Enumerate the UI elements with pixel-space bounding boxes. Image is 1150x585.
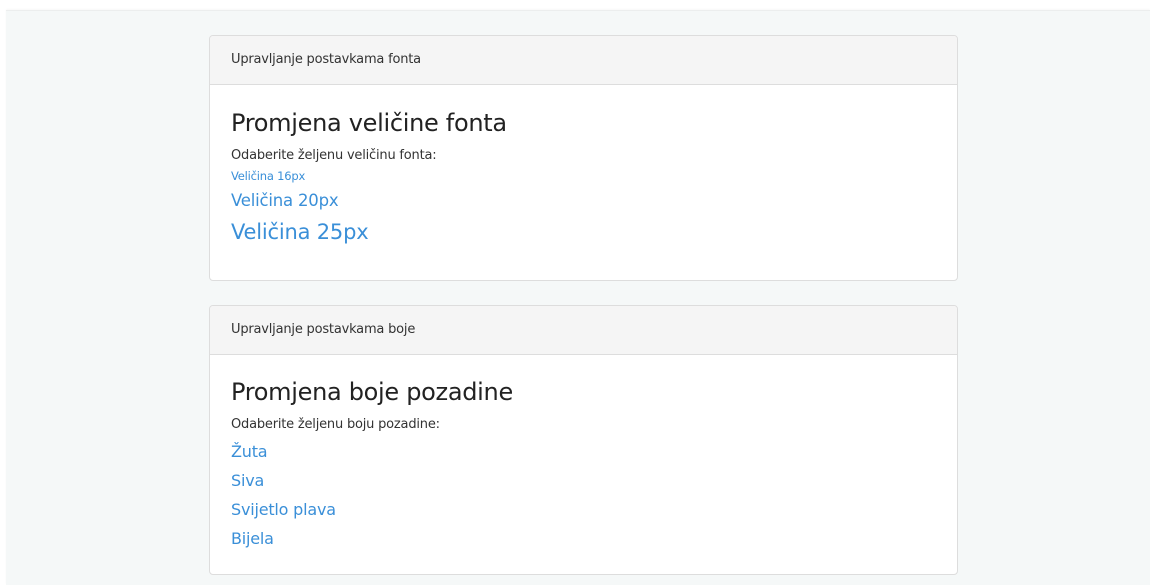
font-size-title: Promjena veličine fonta [231, 109, 507, 137]
color-panel-body: Promjena boje pozadine Odaberite željenu… [210, 355, 957, 553]
color-gray-link[interactable]: Siva [231, 466, 957, 495]
color-light-blue-link[interactable]: Svijetlo plava [231, 495, 957, 524]
color-white-link[interactable]: Bijela [231, 524, 957, 553]
font-size-prompt: Odaberite željenu veličinu fonta: [231, 148, 437, 163]
font-size-20-link[interactable]: Veličina 20px [231, 190, 957, 212]
font-panel-heading: Upravljanje postavkama fonta [210, 36, 957, 85]
background-color-prompt: Odaberite željenu boju pozadine: [231, 417, 440, 432]
color-options-list: Žuta Siva Svijetlo plava Bijela [231, 437, 957, 553]
font-panel-body: Promjena veličine fonta Odaberite željen… [210, 85, 957, 246]
font-size-25-link[interactable]: Veličina 25px [231, 218, 957, 246]
background-color-title: Promjena boje pozadine [231, 378, 513, 406]
color-settings-panel: Upravljanje postavkama boje Promjena boj… [209, 305, 958, 575]
font-settings-panel: Upravljanje postavkama fonta Promjena ve… [209, 35, 958, 281]
font-size-16-link[interactable]: Veličina 16px [231, 168, 957, 184]
color-yellow-link[interactable]: Žuta [231, 437, 957, 466]
color-panel-heading: Upravljanje postavkama boje [210, 306, 957, 355]
